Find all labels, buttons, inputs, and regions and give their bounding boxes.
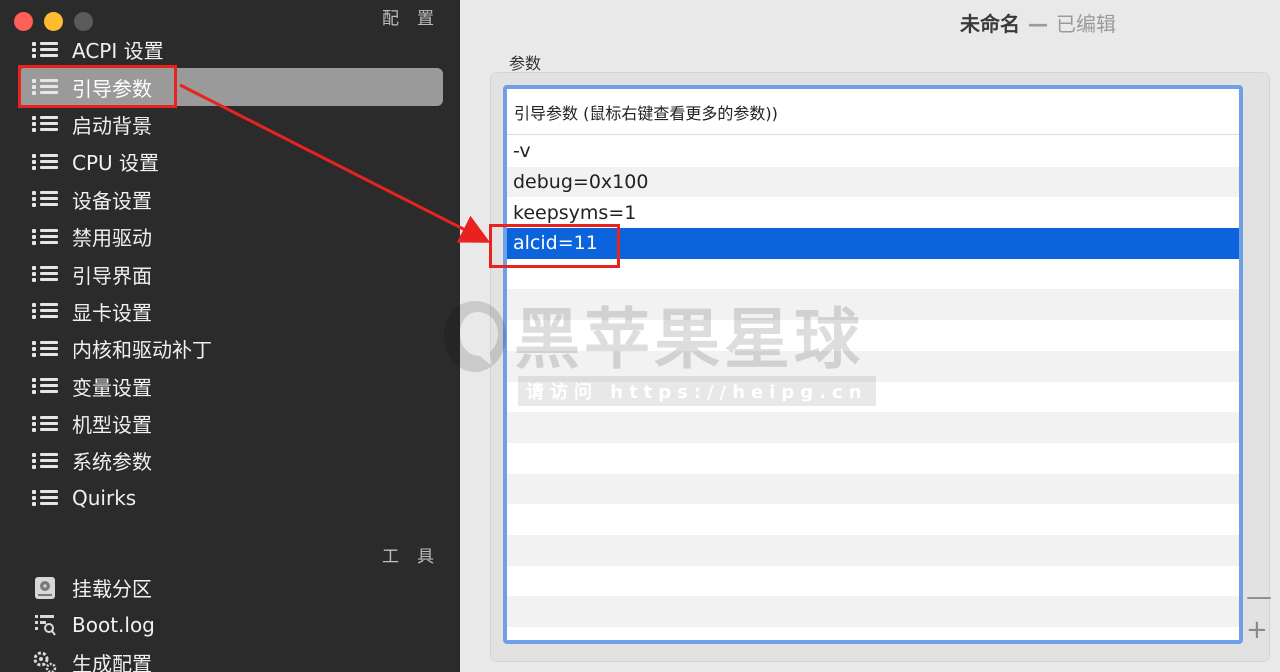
- tool-item-label: 生成配置: [72, 651, 152, 672]
- sidebar-item[interactable]: Quirks: [18, 480, 443, 517]
- sidebar-item-label: 内核和驱动补丁: [72, 338, 212, 363]
- section-header-tools: 工具: [382, 547, 452, 567]
- table-row[interactable]: [507, 534, 1239, 566]
- title-separator: —: [1028, 12, 1048, 36]
- list-icon: [32, 489, 58, 507]
- table-row[interactable]: [507, 443, 1239, 474]
- list-icon: [32, 452, 58, 470]
- watermark-subtitle: 请访问 https://heipg.cn: [518, 376, 876, 406]
- table-column-header[interactable]: 引导参数 (鼠标右键查看更多的参数)): [507, 89, 1239, 135]
- table-row[interactable]: [507, 412, 1239, 443]
- sidebar-item[interactable]: ACPI 设置: [18, 31, 443, 68]
- list-icon: [32, 340, 58, 358]
- sidebar-item[interactable]: 变量设置: [18, 368, 443, 405]
- sidebar-item[interactable]: 系统参数: [18, 442, 443, 479]
- minimize-window-button[interactable]: [44, 12, 63, 31]
- edited-status: 已编辑: [1056, 12, 1116, 36]
- sidebar-item-label: 机型设置: [72, 413, 152, 438]
- list-icon: [32, 265, 58, 283]
- window-title: 未命名 — 已编辑: [960, 8, 1116, 37]
- sidebar-item-label: 禁用驱动: [72, 226, 152, 251]
- sidebar-item-label: ACPI 设置: [72, 39, 164, 64]
- list-icon: [32, 377, 58, 395]
- sidebar-item[interactable]: CPU 设置: [18, 143, 443, 180]
- section-header-config: 配置: [382, 9, 452, 29]
- sidebar-item[interactable]: 机型设置: [18, 405, 443, 442]
- window-controls: [14, 12, 93, 31]
- close-window-button[interactable]: [14, 12, 33, 31]
- params-group-label: 参数: [509, 54, 542, 73]
- sidebar-item-label: 引导界面: [72, 263, 152, 288]
- tool-item-mount-partition[interactable]: 挂载分区: [18, 569, 443, 606]
- log-search-icon: [32, 613, 58, 637]
- sidebar-item[interactable]: 引导界面: [18, 255, 443, 292]
- sidebar-item-label: 设备设置: [72, 188, 152, 213]
- sidebar-item[interactable]: 内核和驱动补丁: [18, 330, 443, 367]
- sidebar-item-label: 系统参数: [72, 450, 152, 475]
- add-row-button[interactable]: +: [1246, 617, 1268, 643]
- list-icon: [32, 115, 58, 133]
- tool-item-generate-config[interactable]: 生成配置: [18, 644, 443, 672]
- annotation-box-row: [489, 224, 620, 268]
- sidebar-item-label: 启动背景: [72, 113, 152, 138]
- remove-row-button[interactable]: —: [1246, 584, 1272, 610]
- list-icon: [32, 302, 58, 320]
- watermark-logo-icon: [444, 301, 506, 372]
- table-row[interactable]: [507, 596, 1239, 627]
- sidebar-item-label: 显卡设置: [72, 300, 152, 325]
- annotation-box-sidebar: [18, 65, 177, 108]
- tool-item-label: 挂载分区: [72, 577, 152, 602]
- table-row[interactable]: -v: [507, 136, 1239, 167]
- table-row[interactable]: [507, 473, 1239, 505]
- sidebar-item-label: 变量设置: [72, 375, 152, 400]
- sidebar-item[interactable]: 禁用驱动: [18, 218, 443, 255]
- table-row[interactable]: debug=0x100: [507, 166, 1239, 198]
- list-icon: [32, 41, 58, 59]
- sidebar-item-label: Quirks: [72, 486, 137, 511]
- tool-item-boot-log[interactable]: Boot.log: [18, 606, 443, 643]
- table-row[interactable]: [507, 504, 1239, 535]
- sidebar-item[interactable]: 显卡设置: [18, 293, 443, 330]
- tools-nav-list: 挂载分区 Boot.log 生成配置: [18, 569, 443, 672]
- list-icon: [32, 228, 58, 246]
- sidebar-item[interactable]: 启动背景: [18, 106, 443, 143]
- sidebar-item-label: CPU 设置: [72, 151, 160, 176]
- list-icon: [32, 415, 58, 433]
- document-title: 未命名: [960, 12, 1020, 36]
- gears-icon: [32, 650, 58, 672]
- disk-icon: [32, 576, 58, 600]
- tool-item-label: Boot.log: [72, 613, 155, 638]
- watermark-title: 黑苹果星球: [514, 301, 864, 378]
- table-row[interactable]: [507, 566, 1239, 597]
- sidebar-item[interactable]: 设备设置: [18, 181, 443, 218]
- zoom-window-button[interactable]: [74, 12, 93, 31]
- list-icon: [32, 153, 58, 171]
- list-icon: [32, 190, 58, 208]
